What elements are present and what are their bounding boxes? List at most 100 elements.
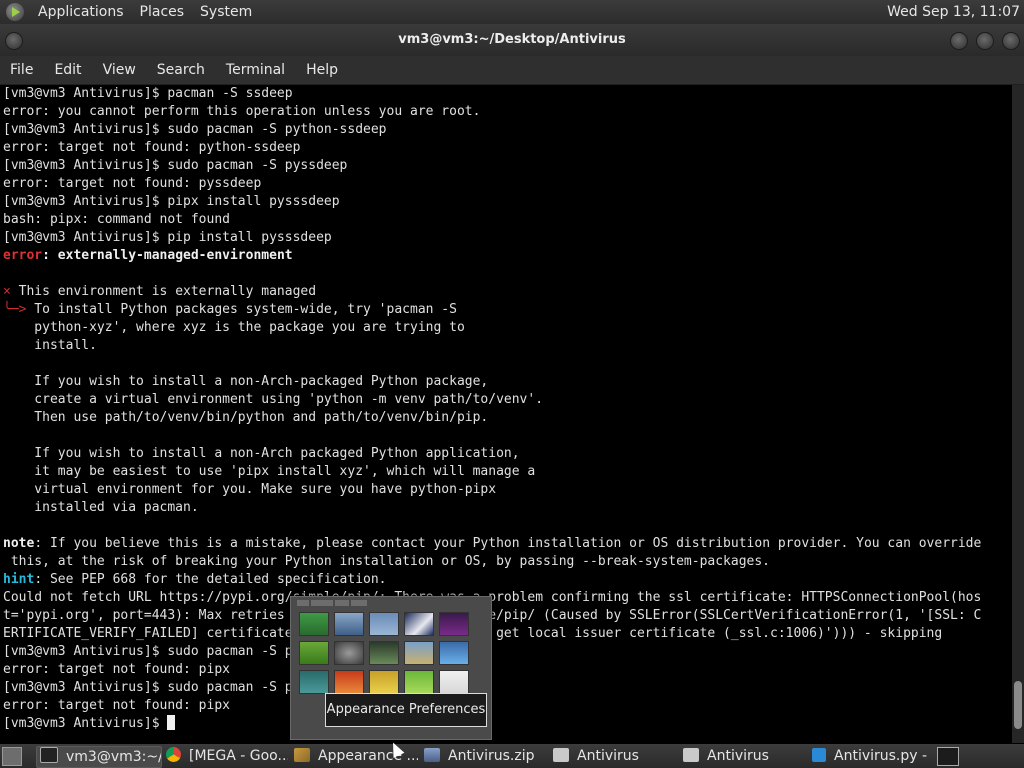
- terminal-line-text: [vm3@vm3 Antivirus]$ pipx install pysssd…: [3, 194, 340, 209]
- terminal-line: [vm3@vm3 Antivirus]$ pacman -S ssdeep: [3, 85, 1012, 103]
- wallpaper-thumbnail: [299, 670, 329, 694]
- terminal-line: python-xyz', where xyz is the package yo…: [3, 319, 1012, 337]
- terminal-line-text: Then use path/to/venv/bin/python and pat…: [3, 410, 489, 425]
- terminal-line: ╰─> To install Python packages system-wi…: [3, 301, 1012, 319]
- menu-terminal[interactable]: Terminal: [216, 56, 296, 84]
- terminal-line-text: error: target not found: python-ssdeep: [3, 140, 301, 155]
- wallpaper-thumbnail: [369, 670, 399, 694]
- terminal-line: virtual environment for you. Make sure y…: [3, 481, 1012, 499]
- terminal-line: installed via pacman.: [3, 499, 1012, 517]
- terminal-line: Then use path/to/venv/bin/python and pat…: [3, 409, 1012, 427]
- terminal-line-text: [vm3@vm3 Antivirus]$ pacman -S ssdeep: [3, 86, 293, 101]
- task-chrome[interactable]: [MEGA - Goo...: [166, 746, 288, 766]
- task-folder-2[interactable]: Antivirus: [683, 746, 803, 766]
- preview-tabs: [297, 600, 477, 608]
- maximize-icon[interactable]: [976, 32, 994, 50]
- vscode-icon: [812, 748, 826, 762]
- terminal-line: this, at the risk of breaking your Pytho…: [3, 553, 1012, 571]
- distro-logo-icon[interactable]: [6, 3, 24, 21]
- terminal-lines: [vm3@vm3 Antivirus]$ pacman -S ssdeep err…: [0, 85, 1012, 733]
- terminal-line-prefix: ×: [3, 284, 11, 299]
- terminal-line-text: python-xyz', where xyz is the package yo…: [3, 320, 465, 335]
- top-panel: Applications Places System Wed Sep 13, 1…: [0, 0, 1024, 24]
- terminal-line: install.: [3, 337, 1012, 355]
- terminal-line-text: it may be easiest to use 'pipx install x…: [3, 464, 536, 479]
- task-label: Antivirus.zip: [448, 748, 535, 764]
- terminal-line-text: [vm3@vm3 Antivirus]$ pip install pysssde…: [3, 230, 332, 245]
- terminal-line: [vm3@vm3 Antivirus]$ sudo pacman -S pipx: [3, 679, 1012, 697]
- menu-view[interactable]: View: [93, 56, 147, 84]
- task-archive[interactable]: Antivirus.zip: [424, 746, 544, 766]
- terminal-line-text: virtual environment for you. Make sure y…: [3, 482, 497, 497]
- task-label: Antivirus: [707, 748, 769, 764]
- terminal-line: ERTIFICATE_VERIFY_FAILED] certificate ve…: [3, 625, 1012, 643]
- terminal-line-prefix: note: [3, 536, 35, 551]
- menu-search[interactable]: Search: [147, 56, 216, 84]
- terminal-line-text: error: you cannot perform this operation…: [3, 104, 481, 119]
- scrollbar-thumb[interactable]: [1014, 681, 1022, 729]
- terminal-output[interactable]: [vm3@vm3 Antivirus]$ pacman -S ssdeep err…: [0, 85, 1012, 743]
- menu-help[interactable]: Help: [296, 56, 349, 84]
- chrome-icon: [166, 747, 181, 762]
- places-menu[interactable]: Places: [132, 0, 193, 24]
- terminal-line-text: install.: [3, 338, 97, 353]
- terminal-line: [vm3@vm3 Antivirus]$ pip install pysssde…: [3, 229, 1012, 247]
- window-titlebar[interactable]: vm3@vm3:~/Desktop/Antivirus: [0, 24, 1024, 56]
- terminal-line: error: target not found: python-ssdeep: [3, 139, 1012, 157]
- wallpaper-thumbnail: [439, 670, 469, 694]
- menu-file[interactable]: File: [0, 56, 44, 84]
- terminal-line-text: If you wish to install a non-Arch-packag…: [3, 374, 489, 389]
- task-label: [MEGA - Goo...: [189, 748, 288, 764]
- terminal-line-prefix: hint: [3, 572, 35, 587]
- terminal-line-text: error: target not found: pipx: [3, 698, 230, 713]
- terminal-line-text: [vm3@vm3 Antivirus]$ sudo pacman -S pyss…: [3, 158, 348, 173]
- terminal-line-text: If you wish to install a non-Arch packag…: [3, 446, 520, 461]
- show-desktop-icon[interactable]: [2, 747, 22, 766]
- minimize-icon[interactable]: [950, 32, 968, 50]
- clock[interactable]: Wed Sep 13, 11:07: [887, 0, 1020, 24]
- wallpaper-thumbnail: [404, 641, 434, 665]
- terminal-line: hint: See PEP 668 for the detailed speci…: [3, 571, 1012, 589]
- terminal-line-text: this, at the risk of breaking your Pytho…: [3, 554, 771, 569]
- terminal-menubar: File Edit View Search Terminal Help: [0, 56, 1024, 85]
- tray-terminal-icon[interactable]: [937, 747, 959, 766]
- wallpaper-thumbnail: [439, 612, 469, 636]
- close-icon[interactable]: [1002, 32, 1020, 50]
- task-terminal[interactable]: vm3@vm3:~/...: [36, 746, 162, 768]
- wallpaper-thumbnail: [334, 641, 364, 665]
- taskbar: vm3@vm3:~/... [MEGA - Goo... Appearance …: [0, 744, 1024, 768]
- terminal-line-text: : If you believe this is a mistake, plea…: [34, 536, 982, 551]
- terminal-line: [vm3@vm3 Antivirus]$ pipx install pysssd…: [3, 193, 1012, 211]
- terminal-line-text: This environment is externally managed: [10, 284, 317, 299]
- archive-icon: [424, 748, 440, 762]
- applications-menu[interactable]: Applications: [30, 0, 132, 24]
- task-vscode[interactable]: Antivirus.py - ...: [812, 746, 932, 766]
- terminal-line: error: you cannot perform this operation…: [3, 103, 1012, 121]
- terminal-line: error: target not found: pipx: [3, 661, 1012, 679]
- terminal-line: [vm3@vm3 Antivirus]$ sudo pacman -S pipx: [3, 643, 1012, 661]
- wallpaper-thumbnail: [299, 641, 329, 665]
- terminal-line: [vm3@vm3 Antivirus]$ sudo pacman -S pyth…: [3, 121, 1012, 139]
- terminal-line: it may be easiest to use 'pipx install x…: [3, 463, 1012, 481]
- terminal-line-text: : externally-managed-environment: [42, 248, 293, 263]
- terminal-line: note: If you believe this is a mistake, …: [3, 535, 1012, 553]
- folder-icon: [553, 748, 569, 762]
- terminal-line-text: To install Python packages system-wide, …: [26, 302, 457, 317]
- appearance-icon: [294, 748, 310, 762]
- folder-icon: [683, 748, 699, 762]
- task-label: vm3@vm3:~/...: [66, 749, 161, 765]
- wallpaper-thumbnail: [404, 612, 434, 636]
- terminal-line: error: externally-managed-environment: [3, 247, 1012, 265]
- terminal-line-text: [vm3@vm3 Antivirus]$: [3, 716, 168, 731]
- task-folder-1[interactable]: Antivirus: [553, 746, 673, 766]
- terminal-scrollbar[interactable]: [1012, 85, 1024, 743]
- terminal-line: t='pypi.org', port=443): Max retries exc…: [3, 607, 1012, 625]
- wallpaper-thumbnail: [369, 641, 399, 665]
- window-title: vm3@vm3:~/Desktop/Antivirus: [398, 32, 626, 47]
- menu-edit[interactable]: Edit: [44, 56, 92, 84]
- appearance-tooltip: Appearance Preferences: [325, 693, 487, 727]
- terminal-line-text: [vm3@vm3 Antivirus]$ sudo pacman -S pipx: [3, 680, 317, 695]
- system-menu[interactable]: System: [192, 0, 260, 24]
